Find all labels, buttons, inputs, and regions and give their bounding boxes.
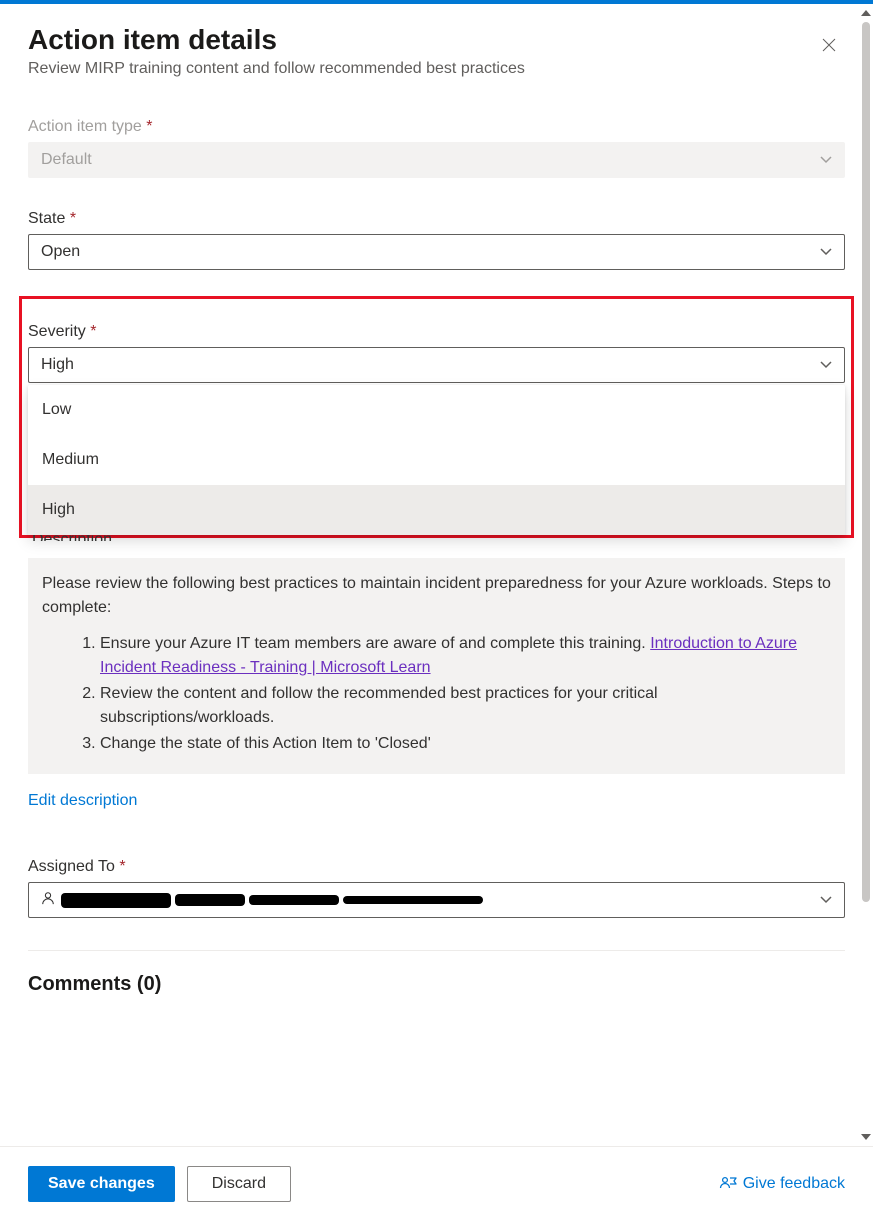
vertical-scrollbar[interactable]: [859, 8, 873, 1142]
select-severity[interactable]: High: [28, 347, 845, 383]
chevron-down-icon: [820, 356, 832, 374]
label-action-item-type: Action item type *: [28, 118, 845, 136]
description-box: Please review the following best practic…: [28, 558, 845, 774]
chevron-down-icon: [820, 891, 832, 909]
select-value: Open: [41, 243, 80, 261]
description-step-1: Ensure your Azure IT team members are aw…: [100, 632, 831, 680]
scroll-up-arrow-icon[interactable]: [861, 10, 871, 16]
page-title: Action item details: [28, 24, 525, 56]
redacted-text: [61, 893, 171, 908]
select-state[interactable]: Open: [28, 234, 845, 270]
severity-option-medium[interactable]: Medium: [28, 435, 845, 485]
redacted-text: [343, 896, 483, 904]
select-action-item-type: Default: [28, 142, 845, 178]
give-feedback-link[interactable]: Give feedback: [719, 1175, 845, 1193]
description-label-fragment: Description: [32, 535, 112, 541]
chevron-down-icon: [820, 151, 832, 169]
label-assigned-to: Assigned To *: [28, 858, 845, 876]
select-value: Default: [41, 151, 92, 169]
scrollbar-thumb[interactable]: [862, 22, 870, 902]
comments-heading: Comments (0): [28, 973, 845, 996]
label-severity: Severity *: [28, 323, 845, 341]
field-severity: Severity * High Low Medium High: [28, 323, 845, 535]
select-value: High: [41, 356, 74, 374]
page-subtitle: Review MIRP training content and follow …: [28, 60, 525, 78]
person-icon: [41, 891, 55, 910]
annotation-highlight: Severity * High Low Medium High Descript…: [19, 296, 854, 538]
severity-option-high[interactable]: High: [28, 485, 845, 535]
redacted-text: [249, 895, 339, 905]
severity-dropdown: Low Medium High: [28, 385, 845, 535]
chevron-down-icon: [820, 243, 832, 261]
label-state: State *: [28, 210, 845, 228]
section-divider: [28, 950, 845, 951]
scroll-down-arrow-icon[interactable]: [861, 1134, 871, 1140]
detail-panel: Action item details Review MIRP training…: [0, 4, 873, 1142]
description-intro: Please review the following best practic…: [42, 572, 831, 620]
close-icon[interactable]: [813, 32, 845, 63]
field-action-item-type: Action item type * Default: [28, 118, 845, 178]
panel-header: Action item details Review MIRP training…: [28, 24, 845, 118]
redacted-text: [175, 894, 245, 906]
field-assigned-to: Assigned To *: [28, 858, 845, 918]
severity-option-low[interactable]: Low: [28, 385, 845, 435]
description-step-3: Change the state of this Action Item to …: [100, 732, 831, 756]
save-button[interactable]: Save changes: [28, 1166, 175, 1202]
select-assigned-to[interactable]: [28, 882, 845, 918]
feedback-icon: [719, 1175, 737, 1193]
discard-button[interactable]: Discard: [187, 1166, 291, 1202]
edit-description-link[interactable]: Edit description: [28, 792, 137, 810]
footer-bar: Save changes Discard Give feedback: [0, 1146, 873, 1221]
field-state: State * Open: [28, 210, 845, 270]
description-step-2: Review the content and follow the recomm…: [100, 682, 831, 730]
